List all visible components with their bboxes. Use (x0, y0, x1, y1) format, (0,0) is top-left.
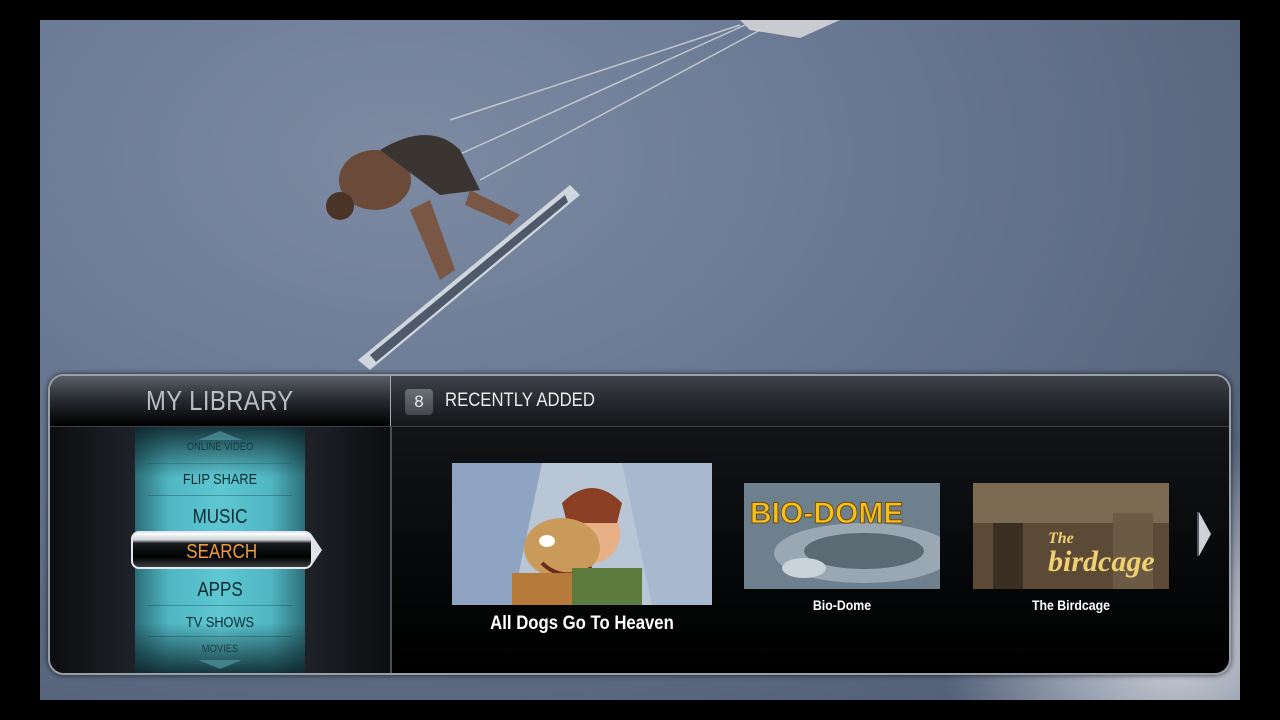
recently-added-header: 8 RECENTLY ADDED (391, 376, 1229, 427)
selection-pointer-icon (312, 535, 322, 565)
selected-menu-label: SEARCH (186, 540, 258, 563)
menu-item-search-selected[interactable]: SEARCH (131, 531, 313, 569)
library-header: MY LIBRARY (50, 376, 392, 427)
poster-title-bio-dome: Bio-Dome (812, 597, 872, 613)
menu-item-online-video[interactable]: ONLINE VIDEO (147, 441, 293, 464)
recently-added-carousel: All Dogs Go To Heaven BIO-DOME Bio-Dome … (391, 427, 1229, 673)
poster-bio-dome[interactable]: BIO-DOME (744, 483, 940, 589)
menu-item-apps[interactable]: APPS (147, 575, 293, 606)
poster-all-dogs-go-to-heaven[interactable] (452, 463, 712, 605)
poster-the-birdcage[interactable]: The birdcage (973, 483, 1169, 589)
library-panel: MY LIBRARY 8 RECENTLY ADDED ONLINE VIDEO… (48, 374, 1231, 675)
arrow-up-icon[interactable] (198, 431, 242, 440)
poster-title-all-dogs: All Dogs Go To Heaven (490, 613, 674, 634)
menu-area: ONLINE VIDEO FLIP SHARE MUSIC APPS TV SH… (50, 427, 392, 673)
menu-item-tv-shows[interactable]: TV SHOWS (147, 610, 293, 637)
recent-count-badge: 8 (405, 389, 433, 415)
library-title: MY LIBRARY (146, 385, 294, 416)
birdcage-logo-text: birdcage (1048, 545, 1155, 578)
chevron-right-icon[interactable] (1199, 512, 1211, 556)
all-dogs-artwork (452, 463, 712, 605)
bio-dome-logo-text: BIO-DOME (750, 497, 903, 530)
poster-title-birdcage: The Birdcage (1031, 597, 1111, 613)
arrow-down-icon[interactable] (198, 660, 242, 669)
birdcage-artwork: The birdcage (973, 483, 1169, 589)
menu-item-flip-share[interactable]: FLIP SHARE (147, 467, 293, 496)
recently-added-label: RECENTLY ADDED (445, 390, 595, 411)
bio-dome-artwork: BIO-DOME (744, 483, 940, 589)
